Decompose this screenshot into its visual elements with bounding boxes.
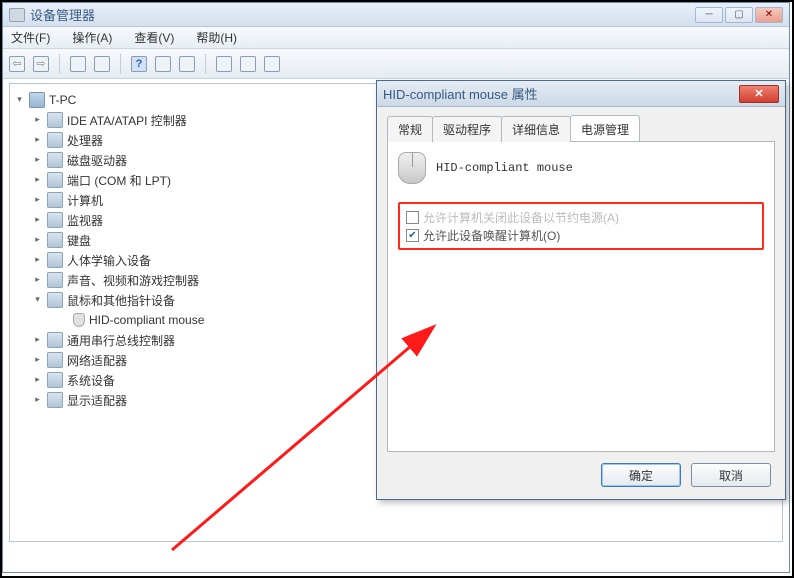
tab-details[interactable]: 详细信息	[501, 116, 571, 142]
expand-icon[interactable]	[14, 95, 25, 106]
option-allow-power-off-label: 允许计算机关闭此设备以节约电源(A)	[423, 209, 619, 226]
expand-icon[interactable]	[32, 355, 43, 366]
tree-node-label: 键盘	[67, 232, 91, 249]
ok-button[interactable]: 确定	[601, 463, 681, 487]
tree-node-label: 端口 (COM 和 LPT)	[67, 172, 171, 189]
forward-icon[interactable]	[33, 56, 49, 72]
tree-node-label: 监视器	[67, 212, 103, 229]
device-category-icon	[47, 332, 63, 348]
toolbar-icon[interactable]	[179, 56, 195, 72]
tab-panel-power: HID-compliant mouse 允许计算机关闭此设备以节约电源(A) 允…	[387, 142, 775, 452]
device-category-icon	[47, 192, 63, 208]
cancel-button[interactable]: 取消	[691, 463, 771, 487]
mouse-icon	[398, 152, 426, 184]
mouse-icon	[73, 313, 85, 327]
tree-node-label: 处理器	[67, 132, 103, 149]
device-category-icon	[47, 372, 63, 388]
computer-icon	[29, 92, 45, 108]
tree-leaf-label: HID-compliant mouse	[89, 313, 204, 327]
back-icon[interactable]	[9, 56, 25, 72]
expand-icon[interactable]	[32, 115, 43, 126]
tree-node-label: 系统设备	[67, 372, 115, 389]
option-allow-wake-label: 允许此设备唤醒计算机(O)	[423, 227, 560, 244]
tree-node-label: 显示适配器	[67, 392, 127, 409]
expand-icon[interactable]	[32, 395, 43, 406]
device-category-icon	[47, 352, 63, 368]
expand-icon[interactable]	[32, 155, 43, 166]
toolbar-separator	[59, 54, 60, 74]
tree-node-label: 磁盘驱动器	[67, 152, 127, 169]
minimize-button[interactable]: ─	[695, 7, 723, 23]
properties-dialog: HID-compliant mouse 属性 ✕ 常规 驱动程序 详细信息 电源…	[376, 80, 786, 500]
tree-node-label: 计算机	[67, 192, 103, 209]
toolbar-icon[interactable]	[70, 56, 86, 72]
expand-icon[interactable]	[32, 235, 43, 246]
dialog-title: HID-compliant mouse 属性	[383, 84, 538, 103]
device-category-icon	[47, 112, 63, 128]
menu-help[interactable]: 帮助(H)	[192, 27, 241, 48]
tree-node-label: IDE ATA/ATAPI 控制器	[67, 112, 187, 129]
checkbox-icon[interactable]	[406, 211, 419, 224]
tree-spacer	[58, 315, 69, 326]
toolbar	[3, 49, 789, 79]
dialog-close-button[interactable]: ✕	[739, 85, 779, 103]
expand-icon[interactable]	[32, 135, 43, 146]
tree-node-label: 鼠标和其他指针设备	[67, 292, 175, 309]
device-category-icon	[47, 392, 63, 408]
menubar: 文件(F) 操作(A) 查看(V) 帮助(H)	[3, 27, 789, 49]
option-allow-wake[interactable]: 允许此设备唤醒计算机(O)	[406, 226, 756, 244]
tree-node-label: 人体学输入设备	[67, 252, 151, 269]
device-category-icon	[47, 232, 63, 248]
expand-icon[interactable]	[32, 175, 43, 186]
close-button[interactable]: ✕	[755, 7, 783, 23]
maximize-button[interactable]: ▢	[725, 7, 753, 23]
device-category-icon	[47, 252, 63, 268]
device-category-icon	[47, 212, 63, 228]
device-category-icon	[47, 172, 63, 188]
expand-icon[interactable]	[32, 215, 43, 226]
tree-node-label: 通用串行总线控制器	[67, 332, 175, 349]
expand-icon[interactable]	[32, 375, 43, 386]
tree-node-label: 声音、视频和游戏控制器	[67, 272, 199, 289]
device-category-icon	[47, 272, 63, 288]
collapse-icon[interactable]	[32, 295, 43, 306]
toolbar-icon[interactable]	[264, 56, 280, 72]
toolbar-icon[interactable]	[216, 56, 232, 72]
tab-driver[interactable]: 驱动程序	[432, 116, 502, 142]
expand-icon[interactable]	[32, 255, 43, 266]
tabstrip: 常规 驱动程序 详细信息 电源管理	[387, 115, 775, 142]
dialog-titlebar: HID-compliant mouse 属性 ✕	[377, 81, 785, 107]
tab-general[interactable]: 常规	[387, 116, 433, 142]
toolbar-icon[interactable]	[240, 56, 256, 72]
device-category-icon	[47, 152, 63, 168]
tree-root-label: T-PC	[49, 93, 76, 107]
expand-icon[interactable]	[32, 335, 43, 346]
checkbox-checked-icon[interactable]	[406, 229, 419, 242]
menu-file[interactable]: 文件(F)	[7, 27, 54, 48]
tree-node-label: 网络适配器	[67, 352, 127, 369]
device-category-icon	[47, 132, 63, 148]
annotation-highlight: 允许计算机关闭此设备以节约电源(A) 允许此设备唤醒计算机(O)	[398, 202, 764, 250]
main-titlebar: 设备管理器 ─ ▢ ✕	[3, 3, 789, 27]
help-icon[interactable]	[131, 56, 147, 72]
app-icon	[9, 8, 25, 22]
menu-action[interactable]: 操作(A)	[68, 27, 116, 48]
expand-icon[interactable]	[32, 195, 43, 206]
main-title: 设备管理器	[30, 5, 95, 24]
toolbar-icon[interactable]	[155, 56, 171, 72]
expand-icon[interactable]	[32, 275, 43, 286]
toolbar-separator	[205, 54, 206, 74]
menu-view[interactable]: 查看(V)	[130, 27, 178, 48]
device-category-icon	[47, 292, 63, 308]
option-allow-power-off[interactable]: 允许计算机关闭此设备以节约电源(A)	[406, 208, 756, 226]
device-name: HID-compliant mouse	[436, 161, 573, 175]
toolbar-icon[interactable]	[94, 56, 110, 72]
toolbar-separator	[120, 54, 121, 74]
tab-power[interactable]: 电源管理	[570, 115, 640, 141]
